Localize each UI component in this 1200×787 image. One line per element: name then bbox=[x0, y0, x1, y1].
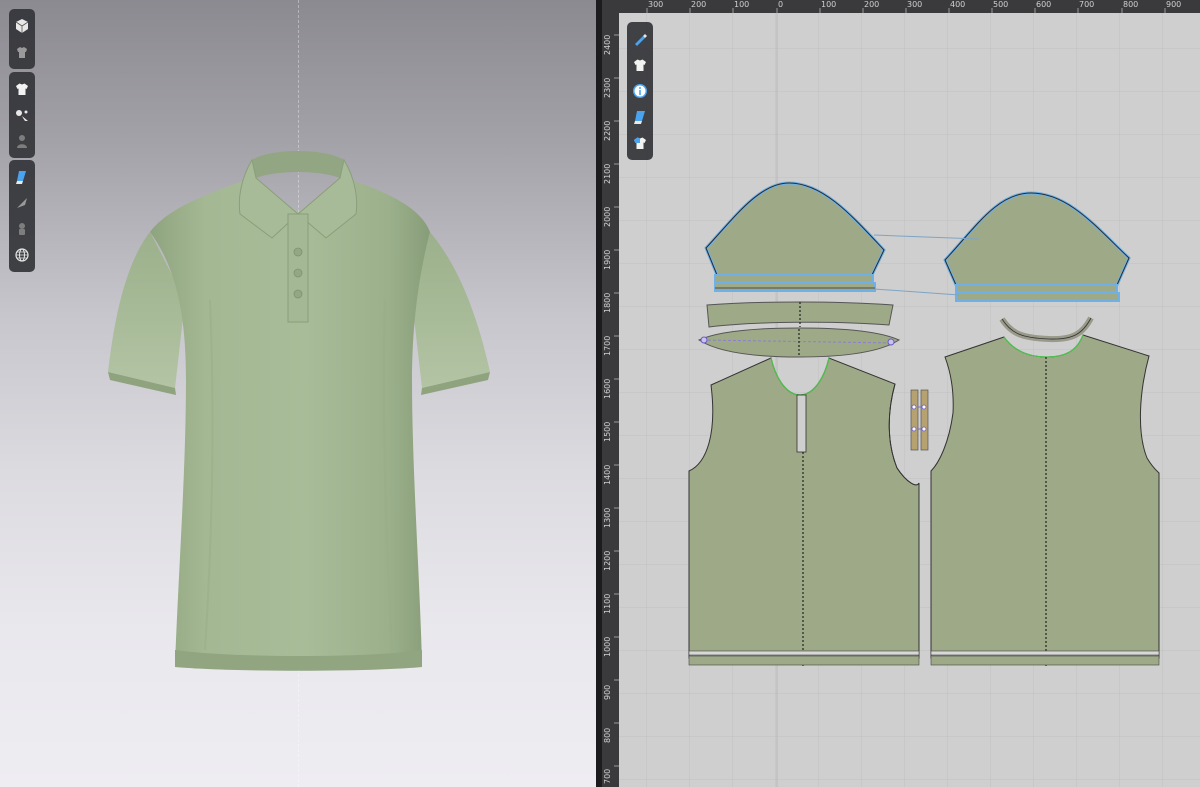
collar-back bbox=[252, 151, 344, 178]
sleeve-cuff-left-top bbox=[714, 274, 874, 283]
3d-viewport[interactable] bbox=[0, 0, 596, 787]
ruler-label: 1700 bbox=[603, 335, 612, 356]
polo-shirt-3d[interactable] bbox=[0, 0, 596, 787]
ruler-label: 400 bbox=[950, 0, 966, 9]
sleeve-cuff-right-top bbox=[955, 284, 1118, 293]
ruler-label: 900 bbox=[603, 684, 612, 700]
ruler-label: 1600 bbox=[603, 378, 612, 399]
ruler-label: 800 bbox=[1123, 0, 1139, 9]
back-hem bbox=[930, 650, 1160, 656]
avatar-display-icon[interactable] bbox=[11, 41, 33, 63]
ruler-label: 100 bbox=[734, 0, 750, 9]
ruler-label: 1500 bbox=[603, 421, 612, 442]
ruler-label: 2200 bbox=[603, 120, 612, 141]
2d-toolbar bbox=[627, 22, 653, 160]
front-hem bbox=[688, 650, 920, 656]
ruler-label: 1000 bbox=[603, 636, 612, 657]
ruler-label: 300 bbox=[907, 0, 923, 9]
button-3 bbox=[293, 289, 303, 299]
ruler-label: 2300 bbox=[603, 77, 612, 98]
ruler-label: 700 bbox=[1079, 0, 1095, 9]
button-2 bbox=[293, 268, 303, 278]
ruler-label: 2400 bbox=[603, 34, 612, 55]
garment-icon[interactable] bbox=[629, 54, 651, 76]
3d-toolbar-garment bbox=[9, 72, 35, 158]
back-body-piece bbox=[930, 334, 1160, 659]
hanger-icon[interactable] bbox=[11, 218, 33, 240]
horizontal-ruler[interactable]: 300 200 100 0 100 200 300 400 500 600 70… bbox=[602, 0, 1200, 13]
ruler-label: 1900 bbox=[603, 249, 612, 270]
ruler-label: 1200 bbox=[603, 550, 612, 571]
vertical-ruler[interactable]: 2400 2300 2200 2100 2000 1900 1800 1700 … bbox=[602, 0, 619, 787]
ruler-label: 200 bbox=[864, 0, 880, 9]
shirt-color-icon[interactable] bbox=[629, 132, 651, 154]
ruler-label: 2000 bbox=[603, 206, 612, 227]
cube-view-icon[interactable] bbox=[11, 15, 33, 37]
ruler-label: 200 bbox=[691, 0, 707, 9]
sleeve-cuff-left-bottom bbox=[714, 282, 876, 292]
ruler-label: 800 bbox=[603, 727, 612, 743]
3d-toolbar-view bbox=[9, 9, 35, 69]
garment-display-icon[interactable] bbox=[11, 78, 33, 100]
button-1 bbox=[293, 247, 303, 257]
ruler-label: 2100 bbox=[603, 163, 612, 184]
fabric-pin-icon[interactable] bbox=[11, 192, 33, 214]
ruler-label: 0 bbox=[778, 0, 784, 9]
ruler-label: 1300 bbox=[603, 507, 612, 528]
globe-icon[interactable] bbox=[11, 244, 33, 266]
avatar-silhouette-icon[interactable] bbox=[11, 130, 33, 152]
ruler-label: 500 bbox=[993, 0, 1009, 9]
ruler-label: 1400 bbox=[603, 464, 612, 485]
ruler-label: 100 bbox=[821, 0, 837, 9]
placket bbox=[287, 213, 309, 323]
pattern-canvas[interactable] bbox=[619, 13, 1200, 787]
ruler-label: 600 bbox=[1036, 0, 1052, 9]
2d-pattern-viewport[interactable]: 300 200 100 0 100 200 300 400 500 600 70… bbox=[602, 0, 1200, 787]
3d-toolbar-render bbox=[9, 160, 35, 272]
info-icon[interactable] bbox=[629, 80, 651, 102]
ruler-label: 900 bbox=[1166, 0, 1182, 9]
simulation-properties-icon[interactable] bbox=[11, 104, 33, 126]
ruler-label: 1100 bbox=[603, 593, 612, 614]
ruler-label: 300 bbox=[648, 0, 664, 9]
ruler-label: 1800 bbox=[603, 292, 612, 313]
texture-display-icon[interactable] bbox=[11, 166, 33, 188]
ruler-label: 700 bbox=[603, 768, 612, 784]
edit-pattern-icon[interactable] bbox=[629, 28, 651, 50]
texture-icon[interactable] bbox=[629, 106, 651, 128]
sleeve-cuff-right-bottom bbox=[955, 292, 1120, 302]
